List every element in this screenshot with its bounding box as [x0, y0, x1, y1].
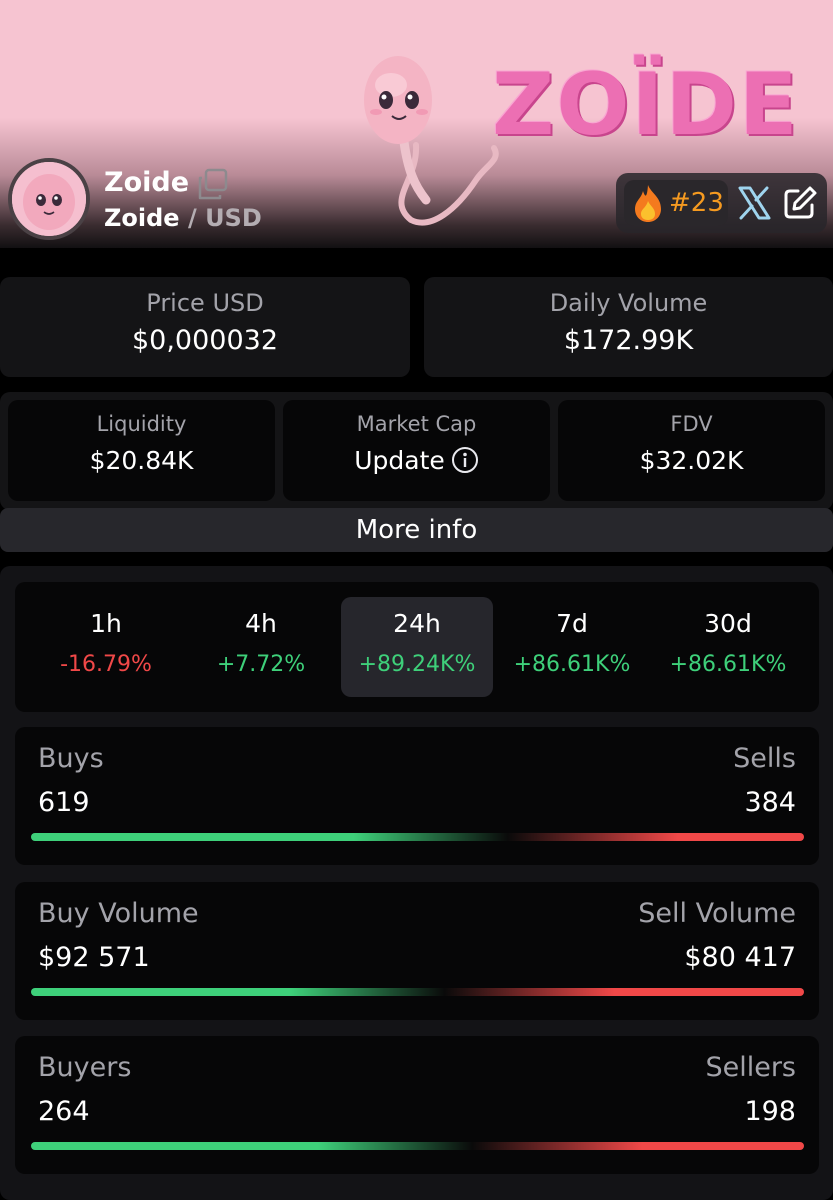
tab-label: 30d	[704, 609, 752, 638]
tab-change: -16.79%	[60, 652, 152, 677]
tab-change: +89.24K%	[358, 652, 476, 677]
market-cap-value[interactable]: Update	[354, 446, 445, 475]
market-cap-label: Market Cap	[356, 412, 477, 436]
tab-label: 7d	[556, 609, 588, 638]
buys-value: 619	[38, 787, 90, 818]
tab-7d[interactable]: 7d +86.61K%	[496, 597, 648, 697]
trending-rank-badge[interactable]: #23	[624, 180, 728, 226]
buy-volume-label: Buy Volume	[38, 898, 199, 929]
price-card: Price USD $0,000032	[0, 277, 410, 377]
liquidity-label: Liquidity	[96, 412, 187, 436]
volume-bar	[31, 988, 804, 996]
tab-1h[interactable]: 1h -16.79%	[30, 597, 182, 697]
fdv-label: FDV	[670, 412, 713, 436]
price-value: $0,000032	[131, 325, 278, 356]
market-cap-card: Market Cap Update	[283, 400, 550, 501]
buys-label: Buys	[38, 743, 104, 774]
tab-label: 4h	[245, 609, 277, 638]
mascot-illustration	[364, 56, 499, 226]
token-banner: ZOÏDE Zoide Zoide / USD #23	[0, 0, 833, 248]
pair-separator: /	[187, 204, 197, 232]
fdv-value: $32.02K	[639, 446, 744, 475]
tab-change: +86.61K%	[669, 652, 787, 677]
buyers-sellers-bar	[31, 1142, 804, 1150]
sellers-value: 198	[744, 1096, 796, 1127]
tab-change: +86.61K%	[513, 652, 631, 677]
sells-value: 384	[744, 787, 796, 818]
buyers-label: Buyers	[38, 1052, 132, 1083]
pair-quote: USD	[205, 204, 262, 232]
liquidity-value: $20.84K	[89, 446, 194, 475]
price-label: Price USD	[146, 289, 264, 317]
buys-sells-bar	[31, 833, 804, 841]
trending-rank: #23	[669, 188, 724, 218]
daily-volume-value: $172.99K	[563, 325, 694, 356]
trading-pair: Zoide / USD	[104, 204, 262, 232]
fire-icon	[635, 185, 661, 222]
token-name: Zoide	[104, 167, 190, 198]
txns-ratio-card: Buys Sells 619 384	[15, 727, 819, 865]
tab-24h[interactable]: 24h +89.24K%	[341, 597, 493, 697]
token-avatar	[8, 158, 90, 240]
daily-volume-label: Daily Volume	[549, 289, 708, 317]
makers-ratio-card: Buyers Sellers 264 198	[15, 1036, 819, 1174]
buy-volume-value: $92 571	[38, 942, 150, 973]
sell-volume-value: $80 417	[684, 942, 796, 973]
volume-ratio-card: Buy Volume Sell Volume $92 571 $80 417	[15, 882, 819, 1020]
pair-base: Zoide	[104, 204, 180, 232]
tab-30d[interactable]: 30d +86.61K%	[652, 597, 804, 697]
tab-4h[interactable]: 4h +7.72%	[185, 597, 337, 697]
edit-icon[interactable]	[782, 185, 818, 221]
sell-volume-label: Sell Volume	[638, 898, 796, 929]
more-info-button[interactable]: More info	[0, 508, 833, 552]
liquidity-card: Liquidity $20.84K	[8, 400, 275, 501]
tab-change: +7.72%	[216, 652, 306, 677]
daily-volume-card: Daily Volume $172.99K	[424, 277, 833, 377]
tab-label: 1h	[90, 609, 122, 638]
period-tabs: 1h -16.79% 4h +7.72% 24h +89.24K% 7d +86…	[15, 582, 819, 712]
info-icon[interactable]	[451, 446, 479, 474]
buyers-value: 264	[38, 1096, 90, 1127]
sells-label: Sells	[733, 743, 796, 774]
brand-wordmark: ZOÏDE	[492, 55, 800, 155]
fdv-card: FDV $32.02K	[558, 400, 825, 501]
token-actions: #23	[616, 173, 827, 233]
market-cap-update[interactable]: Update	[283, 446, 550, 476]
tab-label: 24h	[393, 609, 441, 638]
x-logo-icon[interactable]	[736, 185, 772, 221]
sellers-label: Sellers	[705, 1052, 796, 1083]
copy-icon[interactable]	[196, 168, 230, 202]
